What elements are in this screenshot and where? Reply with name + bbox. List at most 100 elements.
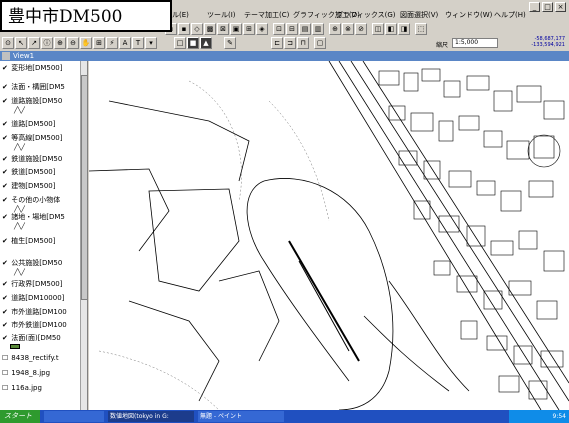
dropdown-icon[interactable]: ▾ bbox=[145, 37, 157, 49]
graphic-tool-icon[interactable]: ⊡ bbox=[273, 23, 285, 35]
brush-icon[interactable]: ✎ bbox=[224, 37, 236, 49]
graphic-tool-icon[interactable]: ▤ bbox=[299, 23, 311, 35]
checkbox-checked-icon[interactable]: ✔ bbox=[2, 237, 9, 246]
line-symbol-icon: ╱╲╱ bbox=[14, 223, 25, 230]
layer-item[interactable]: ✔ 法面・構囲[DM5 bbox=[2, 83, 80, 92]
scale-input[interactable]: 1:5,000 bbox=[452, 38, 498, 48]
layer-item[interactable]: ✔ 法面(面)[DM50 bbox=[2, 334, 80, 343]
vertex-icon[interactable]: ↗ bbox=[28, 37, 40, 49]
menu-tools[interactable]: ツール(I) bbox=[207, 11, 236, 20]
checkbox-checked-icon[interactable]: ✔ bbox=[2, 259, 9, 268]
layer-item[interactable]: ✔ 市外道路[DM100 bbox=[2, 308, 80, 317]
layer-item[interactable]: ✔ 鉄道[DM500] bbox=[2, 168, 80, 177]
graphic-tool-icon[interactable]: ◈ bbox=[256, 23, 268, 35]
menu-help[interactable]: ヘルプ(H) bbox=[494, 11, 526, 20]
layer-item[interactable]: ✔ 市外鉄道[DM100 bbox=[2, 321, 80, 330]
layer-item[interactable]: ☐ 116a.jpg bbox=[2, 384, 80, 393]
zoom-in-icon[interactable]: ⊕ bbox=[54, 37, 66, 49]
layer-item[interactable]: ✔ 鉄道施設[DM50 bbox=[2, 155, 80, 164]
checkbox-checked-icon[interactable]: ✔ bbox=[2, 182, 9, 191]
layer-item[interactable]: ✔ 道路施設[DM50 ╱╲╱ bbox=[2, 97, 80, 115]
graphic-tool-icon[interactable]: ⊠ bbox=[217, 23, 229, 35]
checkbox-checked-icon[interactable]: ✔ bbox=[2, 196, 9, 205]
view-titlebar[interactable]: View1 bbox=[0, 51, 569, 61]
square-icon[interactable]: □ bbox=[174, 37, 186, 49]
menu-theme-edit[interactable]: テーマ加工(C) bbox=[244, 11, 289, 20]
fill-icon[interactable]: ■ bbox=[187, 37, 199, 49]
measure-icon[interactable]: ⊞ bbox=[93, 37, 105, 49]
checkbox-empty-icon[interactable]: ☐ bbox=[2, 384, 9, 393]
graphic-tool-icon[interactable]: ⬚ bbox=[415, 23, 427, 35]
menu-edit[interactable]: ル(E) bbox=[172, 11, 189, 20]
hotlink-icon[interactable]: ⚡ bbox=[106, 37, 118, 49]
graphic-tool-icon[interactable]: ⊟ bbox=[286, 23, 298, 35]
layer-item[interactable]: ☐ 1948_8.jpg bbox=[2, 369, 80, 378]
checkbox-checked-icon[interactable]: ✔ bbox=[2, 120, 9, 129]
checkbox-checked-icon[interactable]: ✔ bbox=[2, 334, 9, 343]
scroll-thumb[interactable] bbox=[81, 75, 87, 300]
layer-item[interactable]: ✔ 行政界[DM500] bbox=[2, 280, 80, 289]
map-drawing bbox=[89, 61, 569, 410]
layer-item[interactable]: ✔ 等高線[DM500] ╱╲╱ bbox=[2, 134, 80, 152]
snap-icon[interactable]: ⊐ bbox=[284, 37, 296, 49]
graphic-tool-icon[interactable]: ◇ bbox=[191, 23, 203, 35]
checkbox-empty-icon[interactable]: ☐ bbox=[2, 354, 9, 363]
checkbox-empty-icon[interactable]: ☐ bbox=[2, 369, 9, 378]
menu-drawing-select[interactable]: 図面選択(V) bbox=[400, 11, 438, 20]
zoom-out-icon[interactable]: ⊖ bbox=[67, 37, 79, 49]
graphic-tool-icon[interactable]: ◨ bbox=[398, 23, 410, 35]
identify-icon[interactable]: ⓘ bbox=[41, 37, 53, 49]
graphic-tool-icon[interactable]: ▩ bbox=[204, 23, 216, 35]
checkbox-checked-icon[interactable]: ✔ bbox=[2, 294, 9, 303]
graphic-tool-icon[interactable]: ⊘ bbox=[355, 23, 367, 35]
zoom-icon[interactable]: ⊙ bbox=[2, 37, 14, 49]
checkbox-checked-icon[interactable]: ✔ bbox=[2, 97, 9, 106]
toc-scrollbar[interactable] bbox=[80, 61, 87, 410]
quicklaunch[interactable] bbox=[44, 411, 104, 422]
checkbox-checked-icon[interactable]: ✔ bbox=[2, 155, 9, 164]
checkbox-checked-icon[interactable]: ✔ bbox=[2, 308, 9, 317]
layer-item[interactable]: ✔ 植生[DM500] bbox=[2, 237, 80, 246]
menu-window[interactable]: ウィンドウ(W) bbox=[445, 11, 492, 20]
layer-item[interactable]: ☐ 8438_rectify.t bbox=[2, 354, 80, 363]
checkbox-checked-icon[interactable]: ✔ bbox=[2, 64, 9, 73]
square-outline-icon[interactable]: ▢ bbox=[314, 37, 326, 49]
pattern-icon[interactable]: ▲ bbox=[200, 37, 212, 49]
checkbox-checked-icon[interactable]: ✔ bbox=[2, 168, 9, 177]
layer-item[interactable]: ✔ 道路[DM500] bbox=[2, 120, 80, 129]
checkbox-checked-icon[interactable]: ✔ bbox=[2, 280, 9, 289]
checkbox-checked-icon[interactable]: ✔ bbox=[2, 83, 9, 92]
snap-icon[interactable]: ⊏ bbox=[271, 37, 283, 49]
pointer-icon[interactable]: ↖ bbox=[15, 37, 27, 49]
layer-label: 建物[DM500] bbox=[11, 182, 56, 190]
layer-item[interactable]: ✔ その他の小物体 ╱╲╱ bbox=[2, 196, 80, 214]
layer-item[interactable]: ✔ 諸地・場地[DM5 ╱╲╱ bbox=[2, 213, 80, 231]
layer-item[interactable]: ✔ 道路[DM10000] bbox=[2, 294, 80, 303]
graphic-tool-icon[interactable]: ◧ bbox=[385, 23, 397, 35]
layer-item[interactable]: ✔ 公共施設[DM50 ╱╲╱ bbox=[2, 259, 80, 277]
map-canvas[interactable] bbox=[89, 61, 569, 410]
text-icon[interactable]: T bbox=[132, 37, 144, 49]
graphic-tool-icon[interactable]: ⊞ bbox=[243, 23, 255, 35]
graphic-tool-icon[interactable]: ◫ bbox=[372, 23, 384, 35]
start-button[interactable]: スタート bbox=[0, 410, 40, 423]
snap-icon[interactable]: ⊓ bbox=[297, 37, 309, 49]
checkbox-checked-icon[interactable]: ✔ bbox=[2, 134, 9, 143]
menu-graphics[interactable]: グラフィックス(G) bbox=[336, 11, 396, 20]
layer-item[interactable]: ✔ 変形地[DM500] bbox=[2, 64, 80, 73]
checkbox-checked-icon[interactable]: ✔ bbox=[2, 321, 9, 330]
minimize-icon[interactable]: _ bbox=[529, 2, 540, 12]
graphic-tool-icon[interactable]: ▥ bbox=[312, 23, 324, 35]
label-icon[interactable]: A bbox=[119, 37, 131, 49]
maximize-icon[interactable]: □ bbox=[542, 2, 553, 12]
checkbox-checked-icon[interactable]: ✔ bbox=[2, 213, 9, 222]
pan-icon[interactable]: ✋ bbox=[80, 37, 92, 49]
taskbar-item-paint[interactable]: 無題 - ペイント bbox=[198, 411, 284, 422]
graphic-tool-icon[interactable]: ⊗ bbox=[342, 23, 354, 35]
layer-item[interactable]: ✔ 建物[DM500] bbox=[2, 182, 80, 191]
graphic-tool-icon[interactable]: ▪ bbox=[178, 23, 190, 35]
close-icon[interactable]: × bbox=[555, 2, 566, 12]
graphic-tool-icon[interactable]: ▣ bbox=[230, 23, 242, 35]
graphic-tool-icon[interactable]: ⊕ bbox=[329, 23, 341, 35]
taskbar-item-arcview[interactable]: 数値地図(tokyo in G: bbox=[108, 411, 194, 422]
